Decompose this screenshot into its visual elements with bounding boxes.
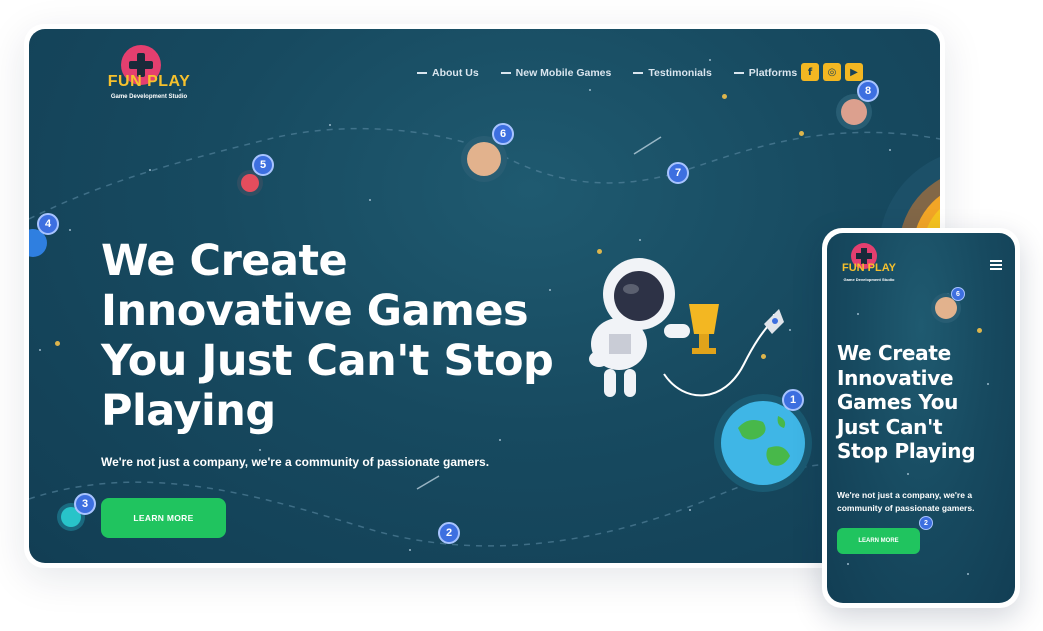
mobile-marker-2[interactable]: 2 bbox=[919, 516, 933, 530]
learn-more-button[interactable]: LEARN MORE bbox=[101, 498, 226, 538]
marker-8[interactable]: 8 bbox=[857, 80, 879, 102]
nav-item-label: About Us bbox=[432, 67, 479, 79]
mobile-marker-6[interactable]: 6 bbox=[951, 287, 965, 301]
desktop-screen: FUN PLAY Game Development Studio About U… bbox=[29, 29, 940, 563]
hero-title-line: We Create bbox=[101, 236, 348, 286]
hero-title-line: Innovative Games bbox=[101, 286, 529, 336]
mobile-title-line: Just Can't bbox=[837, 414, 943, 439]
nav-item-label: Platforms bbox=[748, 67, 798, 79]
social-links: f ◎ ▶ bbox=[801, 63, 863, 81]
youtube-icon[interactable]: ▶ bbox=[845, 63, 863, 81]
nav-item-new-mobile-games[interactable]: New Mobile Games bbox=[500, 67, 612, 79]
marker-2[interactable]: 2 bbox=[438, 522, 460, 544]
marker-3[interactable]: 3 bbox=[74, 493, 96, 515]
marker-4[interactable]: 4 bbox=[37, 213, 59, 235]
mobile-planet-core bbox=[935, 297, 957, 319]
mobile-logo-title: FUN PLAY bbox=[842, 262, 896, 274]
facebook-icon[interactable]: f bbox=[801, 63, 819, 81]
mobile-title-line: Innovative bbox=[837, 365, 954, 390]
mobile-hero-title: We Create Innovative Games You Just Can'… bbox=[837, 341, 1007, 464]
logo-tagline: Game Development Studio bbox=[110, 94, 188, 100]
planet-red-core bbox=[241, 174, 259, 192]
mobile-title-line: Stop Playing bbox=[837, 439, 976, 463]
marker-5[interactable]: 5 bbox=[252, 154, 274, 176]
hero-title: We Create Innovative Games You Just Can'… bbox=[101, 236, 621, 436]
mobile-learn-more-button[interactable]: LEARN MORE bbox=[837, 528, 920, 554]
planet-brown-core bbox=[467, 142, 501, 176]
mobile-title-line: Games You bbox=[837, 390, 959, 414]
mobile-subtitle-line: community of passionate gamers. bbox=[837, 503, 975, 513]
marker-1[interactable]: 1 bbox=[782, 389, 804, 411]
mobile-logo-tagline: Game Development Studio bbox=[843, 277, 895, 282]
instagram-icon[interactable]: ◎ bbox=[823, 63, 841, 81]
hero-title-line: You Just Can't Stop bbox=[101, 336, 554, 386]
planet-pink-core bbox=[841, 99, 867, 125]
hamburger-menu-icon[interactable] bbox=[990, 260, 1002, 272]
nav-item-about-us[interactable]: About Us bbox=[417, 67, 479, 79]
main-nav: About Us New Mobile Games Testimonials P… bbox=[417, 67, 797, 79]
nav-item-testimonials[interactable]: Testimonials bbox=[633, 67, 712, 79]
mobile-mockup: FUN PLAY Game Development Studio 6 We Cr… bbox=[822, 228, 1020, 608]
dash-icon bbox=[733, 72, 744, 74]
desktop-mockup: FUN PLAY Game Development Studio About U… bbox=[24, 24, 945, 568]
mobile-screen: FUN PLAY Game Development Studio 6 We Cr… bbox=[827, 233, 1015, 603]
hero-title-line: Playing bbox=[101, 386, 276, 436]
hero-subtitle: We're not just a company, we're a commun… bbox=[101, 455, 490, 469]
nav-item-platforms[interactable]: Platforms bbox=[733, 67, 798, 79]
nav-item-label: Testimonials bbox=[648, 67, 712, 79]
dash-icon bbox=[417, 72, 427, 74]
nav-item-label: New Mobile Games bbox=[515, 67, 612, 79]
logo-title: FUN PLAY bbox=[107, 73, 191, 90]
mobile-subtitle-line: We're not just a company, we're a bbox=[837, 490, 973, 500]
dash-icon bbox=[633, 72, 644, 74]
dash-icon bbox=[500, 72, 511, 74]
marker-7[interactable]: 7 bbox=[667, 162, 689, 184]
mobile-hero-subtitle: We're not just a company, we're a commun… bbox=[837, 489, 997, 515]
marker-6[interactable]: 6 bbox=[492, 123, 514, 145]
mobile-title-line: We Create bbox=[837, 341, 951, 365]
